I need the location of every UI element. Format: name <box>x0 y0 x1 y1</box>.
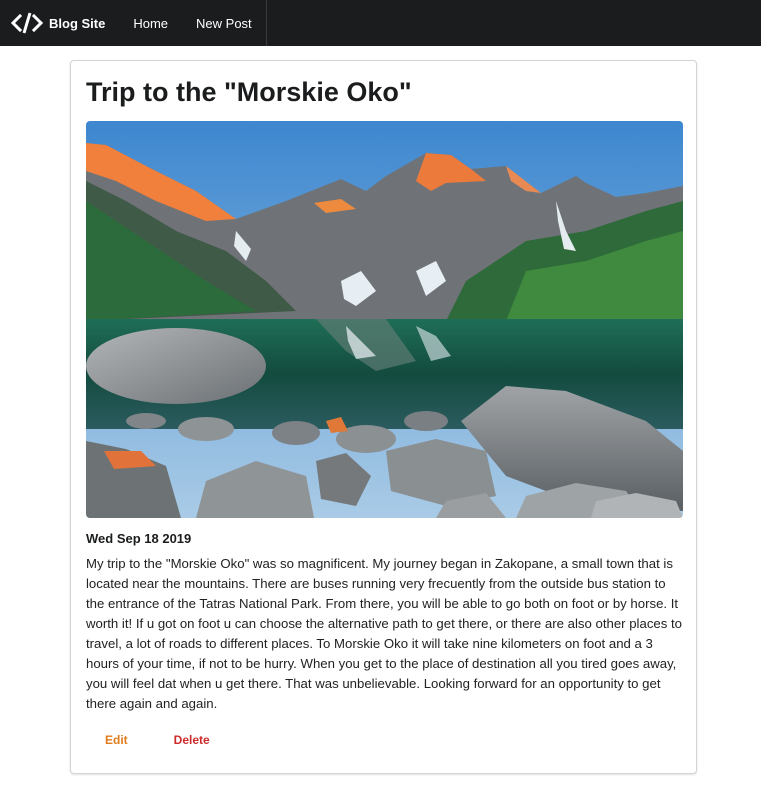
nav-item-home[interactable]: Home <box>119 0 182 46</box>
top-navbar: Blog Site Home New Post <box>0 0 761 46</box>
nav-item-new-post[interactable]: New Post <box>182 0 267 46</box>
edit-button[interactable]: Edit <box>86 727 147 753</box>
code-icon <box>11 12 43 34</box>
delete-button[interactable]: Delete <box>155 727 229 753</box>
post-card: Trip to the "Morskie Oko" Wed Sep 18 201… <box>70 60 697 774</box>
brand-link[interactable]: Blog Site <box>0 0 119 46</box>
post-title: Trip to the "Morskie Oko" <box>86 77 412 107</box>
post-body: My trip to the "Morskie Oko" was so magn… <box>86 556 683 711</box>
post-image <box>86 121 683 518</box>
brand-label: Blog Site <box>49 15 106 31</box>
post-date: Wed Sep 18 2019 <box>86 531 192 546</box>
post-actions: Edit Delete <box>86 727 229 753</box>
